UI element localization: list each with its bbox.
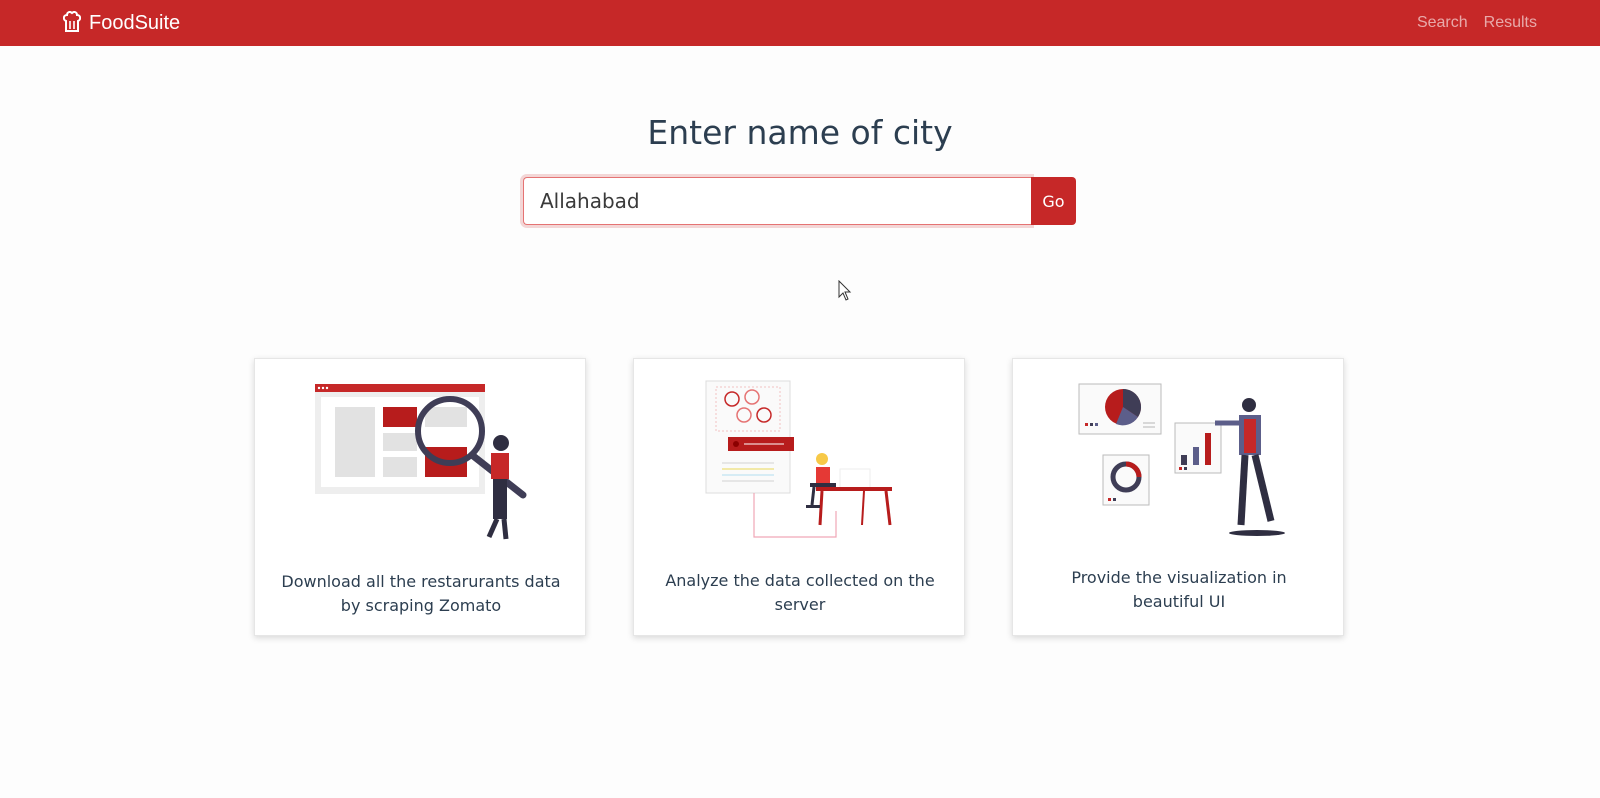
analysis-illustration-icon xyxy=(705,380,892,538)
feature-card-scrape: Download all the restarurants data by sc… xyxy=(254,358,586,636)
brand-name: FoodSuite xyxy=(89,11,181,34)
feature-card-analyze: Analyze the data collected on the server xyxy=(633,358,965,636)
search-illustration-icon xyxy=(315,384,527,540)
city-input[interactable] xyxy=(523,177,1031,225)
visualization-illustration-icon xyxy=(1078,383,1285,536)
page-title: Enter name of city xyxy=(647,113,953,152)
top-navbar: FoodSuite Search Results xyxy=(0,0,1600,46)
nav-link-results[interactable]: Results xyxy=(1484,14,1537,32)
mouse-pointer-icon xyxy=(838,280,852,301)
card-text-visualize: Provide the visualization in beautiful U… xyxy=(1071,568,1287,611)
feature-cards: Download all the restarurants data by sc… xyxy=(254,358,1346,636)
card-text-scrape: Download all the restarurants data by sc… xyxy=(281,572,561,615)
nav-link-search[interactable]: Search xyxy=(1417,14,1468,32)
feature-card-visualize: Provide the visualization in beautiful U… xyxy=(1012,358,1344,636)
brand-link[interactable]: FoodSuite xyxy=(63,11,180,35)
chef-hat-icon xyxy=(63,11,81,32)
go-button[interactable]: Go xyxy=(1031,177,1076,225)
city-search-form: Go xyxy=(523,177,1076,225)
nav-links: Search Results xyxy=(1417,14,1537,32)
card-text-analyze: Analyze the data collected on the server xyxy=(665,571,935,614)
